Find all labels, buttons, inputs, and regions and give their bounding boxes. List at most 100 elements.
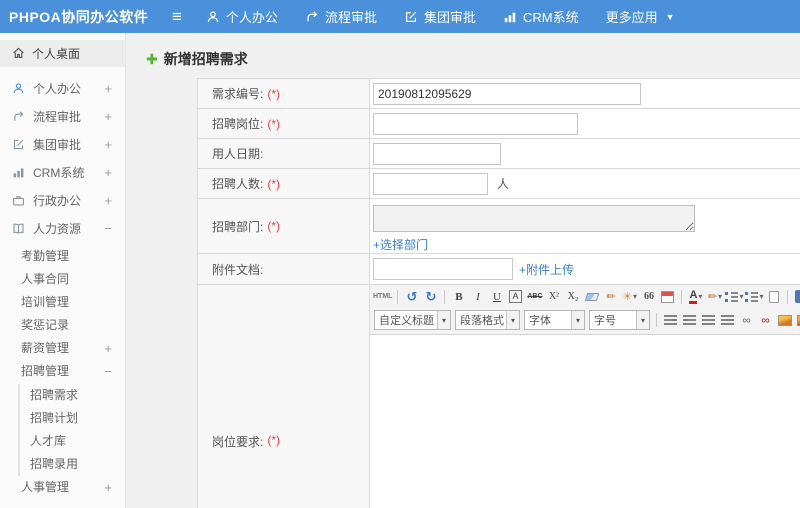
- auto-format-button[interactable]: ✳ ▾: [621, 288, 638, 306]
- heading-select[interactable]: 自定义标题 ▾: [374, 310, 451, 330]
- briefcase-icon: [12, 194, 25, 207]
- toolbar-separator: [656, 313, 657, 327]
- strikethrough-button[interactable]: ABC: [526, 288, 543, 306]
- form-row-requirements: 岗位要求: (*) HTML ↺ ↻ B I U A ABC X² X₂ ✏ ✳…: [198, 285, 800, 508]
- headcount-input[interactable]: [373, 172, 488, 195]
- sidebar-item-recruit-hire[interactable]: 招聘录用: [20, 453, 125, 476]
- bar-chart-icon: [503, 10, 517, 24]
- collapse-minus-icon[interactable]: −: [104, 221, 112, 236]
- image-upload-button[interactable]: [795, 311, 800, 329]
- sidebar-item-personal-office[interactable]: 个人办公 +: [0, 74, 125, 102]
- sidebar-item-personnel-mgmt[interactable]: 人事管理 +: [0, 476, 125, 499]
- nav-more-apps[interactable]: 更多应用 ▼: [606, 7, 675, 26]
- font-family-select[interactable]: 字体 ▾: [524, 310, 585, 330]
- marker-icon: ✏: [707, 291, 718, 303]
- sidebar-item-crm-system[interactable]: CRM系统 +: [0, 158, 125, 186]
- clipped-icon: [794, 290, 800, 303]
- form-row-headcount: 招聘人数: (*) 人: [198, 169, 800, 199]
- font-frame-button[interactable]: A: [509, 290, 523, 303]
- underline-button[interactable]: U: [488, 288, 505, 306]
- sidebar-item-workflow-approval[interactable]: 流程审批 +: [0, 102, 125, 130]
- home-icon: [12, 46, 25, 62]
- demand-no-input[interactable]: [373, 82, 641, 105]
- format-brush-button[interactable]: ✏: [602, 288, 619, 306]
- template-button[interactable]: [659, 288, 676, 306]
- sidebar-item-recruit-plan[interactable]: 招聘计划: [20, 407, 125, 430]
- sidebar-item-attendance[interactable]: 考勤管理: [0, 245, 125, 268]
- expand-plus-icon[interactable]: +: [104, 193, 112, 208]
- sidebar-item-desktop[interactable]: 个人桌面: [0, 40, 125, 67]
- sidebar-item-rewards[interactable]: 奖惩记录: [0, 314, 125, 337]
- expand-plus-icon[interactable]: +: [104, 137, 112, 152]
- position-input[interactable]: [373, 112, 578, 135]
- highlight-button[interactable]: ✏ ▾: [706, 288, 723, 306]
- upload-attachment-link[interactable]: +附件上传: [519, 261, 574, 278]
- sidebar-item-group-approval[interactable]: 集团审批 +: [0, 130, 125, 158]
- sidebar-item-recruit-demand[interactable]: 招聘需求: [20, 384, 125, 407]
- select-department-link[interactable]: +选择部门: [373, 236, 428, 253]
- link-button[interactable]: ∞: [738, 311, 755, 329]
- expand-plus-icon[interactable]: +: [104, 476, 112, 499]
- sidebar-item-training[interactable]: 培训管理: [0, 291, 125, 314]
- sidebar-item-admin-office[interactable]: 行政办公 +: [0, 186, 125, 214]
- user-icon: [12, 82, 25, 95]
- form-row-department: 招聘部门: (*) +选择部门: [198, 199, 800, 254]
- nav-group-approval[interactable]: 集团审批: [404, 7, 476, 26]
- chevron-down-icon: ▼: [665, 11, 675, 22]
- select-value: 自定义标题: [379, 315, 434, 327]
- nav-crm-system[interactable]: CRM系统: [503, 7, 579, 26]
- form-row-hire-date: 用人日期:: [198, 139, 800, 169]
- department-textarea[interactable]: [373, 205, 695, 232]
- font-size-select[interactable]: 字号 ▾: [589, 310, 650, 330]
- ordered-list-button[interactable]: ▾: [725, 288, 743, 306]
- expand-plus-icon[interactable]: +: [104, 109, 112, 124]
- align-right-button[interactable]: [700, 311, 717, 329]
- remove-format-button[interactable]: [583, 288, 600, 306]
- hire-date-input[interactable]: [373, 142, 501, 165]
- expand-plus-icon[interactable]: +: [104, 81, 112, 96]
- align-center-button[interactable]: [681, 311, 698, 329]
- unlink-button[interactable]: ∞: [757, 311, 774, 329]
- subscript-button[interactable]: X₂: [564, 288, 581, 306]
- image-button[interactable]: [776, 311, 793, 329]
- undo-button[interactable]: ↺: [403, 288, 420, 306]
- paragraph-format-select[interactable]: 段落格式 ▾: [455, 310, 520, 330]
- required-mark: (*): [267, 116, 281, 131]
- attachment-input[interactable]: [373, 258, 513, 280]
- field-label: 招聘部门: (*): [198, 199, 370, 253]
- italic-button[interactable]: I: [469, 288, 486, 306]
- field-label: 招聘人数: (*): [198, 169, 370, 198]
- field-label: 招聘岗位: (*): [198, 109, 370, 138]
- hamburger-icon[interactable]: ≡: [172, 2, 182, 32]
- unordered-list-button[interactable]: ▾: [745, 288, 763, 306]
- sidebar-item-label: 薪资管理: [21, 341, 70, 355]
- flow-arrow-icon: [12, 110, 25, 123]
- page-title-text: 新增招聘需求: [163, 51, 248, 67]
- expand-plus-icon[interactable]: +: [104, 337, 112, 360]
- nav-personal-office[interactable]: 个人办公: [206, 7, 278, 26]
- sidebar-item-human-resources[interactable]: 人力资源 −: [0, 214, 125, 242]
- sidebar-item-hr-contract[interactable]: 人事合同: [0, 268, 125, 291]
- sidebar-item-recruitment[interactable]: 招聘管理 −: [0, 360, 125, 383]
- collapse-minus-icon[interactable]: −: [104, 360, 112, 383]
- editor-content-area[interactable]: [370, 335, 800, 508]
- new-page-button[interactable]: [765, 288, 782, 306]
- html-source-button[interactable]: HTML: [373, 288, 392, 306]
- image-upload-icon: [796, 314, 800, 326]
- field-label: 需求编号: (*): [198, 79, 370, 108]
- nav-workflow-approval[interactable]: 流程审批: [305, 7, 377, 26]
- redo-button[interactable]: ↻: [422, 288, 439, 306]
- sidebar-item-salary[interactable]: 薪资管理 +: [0, 337, 125, 360]
- sidebar-item-talent-pool[interactable]: 人才库: [20, 430, 125, 453]
- font-color-button[interactable]: A ▾: [687, 288, 704, 306]
- align-justify-button[interactable]: [719, 311, 736, 329]
- editor-toolbar: HTML ↺ ↻ B I U A ABC X² X₂ ✏ ✳ ▾ 66 A ▾ …: [370, 285, 800, 335]
- expand-plus-icon[interactable]: +: [104, 165, 112, 180]
- bold-button[interactable]: B: [450, 288, 467, 306]
- align-left-button[interactable]: [662, 311, 679, 329]
- blockquote-button[interactable]: 66: [640, 288, 657, 306]
- nav-label: CRM系统: [522, 10, 579, 25]
- clipped-toolbar-button[interactable]: [793, 288, 800, 306]
- sidebar-item-label: 个人桌面: [32, 47, 81, 61]
- superscript-button[interactable]: X²: [545, 288, 562, 306]
